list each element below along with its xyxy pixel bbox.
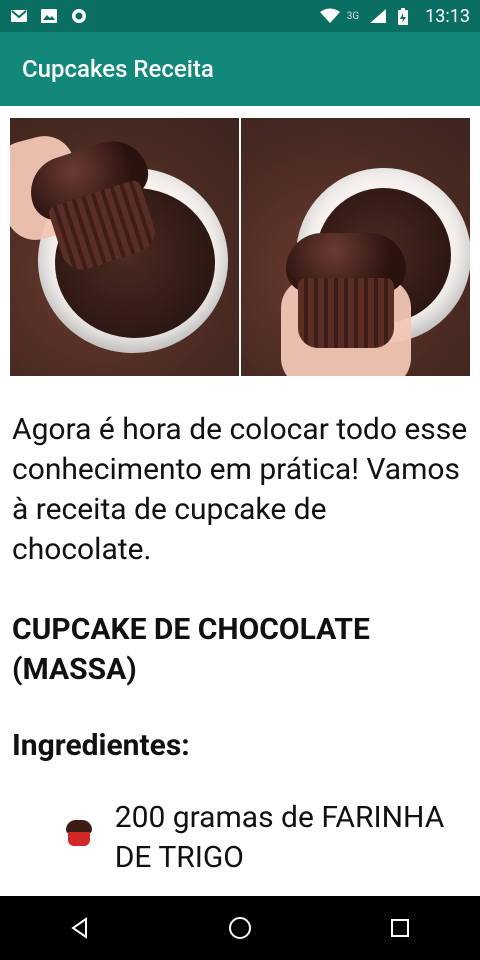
- recipe-text: Agora é hora de colocar todo esse conhec…: [10, 410, 470, 878]
- recents-icon: [391, 919, 409, 937]
- ingredient-text: 200 gramas de FARINHA DE TRIGO: [114, 800, 445, 875]
- cupcake-shape: [286, 223, 406, 348]
- content-area[interactable]: Agora é hora de colocar todo esse conhec…: [0, 106, 480, 896]
- navigation-bar: [0, 896, 480, 960]
- app-bar: Cupcakes Receita: [0, 32, 480, 106]
- status-right: 3G 13:13: [319, 6, 470, 27]
- mail-icon: [10, 8, 28, 24]
- status-left-icons: [10, 8, 88, 24]
- network-label: 3G: [346, 10, 360, 22]
- status-time: 13:13: [425, 5, 470, 27]
- battery-icon: [397, 8, 415, 25]
- photo-row: [10, 118, 470, 376]
- back-icon: [71, 917, 87, 939]
- cupcake-bullet-icon: [64, 820, 92, 848]
- app-title: Cupcakes Receita: [22, 55, 214, 83]
- wifi-icon: [319, 8, 340, 24]
- recents-button[interactable]: [382, 910, 418, 946]
- cupcake-bullet-cup: [68, 832, 90, 846]
- glazed-cupcake-photo: [241, 118, 470, 376]
- home-button[interactable]: [222, 910, 258, 946]
- intro-paragraph: Agora é hora de colocar todo esse conhec…: [12, 412, 468, 567]
- dipping-cupcake-photo: [10, 118, 239, 376]
- section-title: CUPCAKE DE CHOCOLATE (MASSA): [12, 612, 370, 687]
- cupcake-wrapper: [298, 278, 394, 348]
- back-button[interactable]: [62, 910, 98, 946]
- home-icon: [229, 917, 251, 939]
- signal-icon: [369, 8, 387, 24]
- ingredients-heading: Ingredientes:: [12, 728, 190, 763]
- image-icon: [40, 8, 58, 24]
- recipe-card[interactable]: Agora é hora de colocar todo esse conhec…: [0, 106, 480, 896]
- status-bar: 3G 13:13: [0, 0, 480, 32]
- record-icon: [70, 8, 88, 24]
- list-item: 200 gramas de FARINHA DE TRIGO: [12, 798, 468, 878]
